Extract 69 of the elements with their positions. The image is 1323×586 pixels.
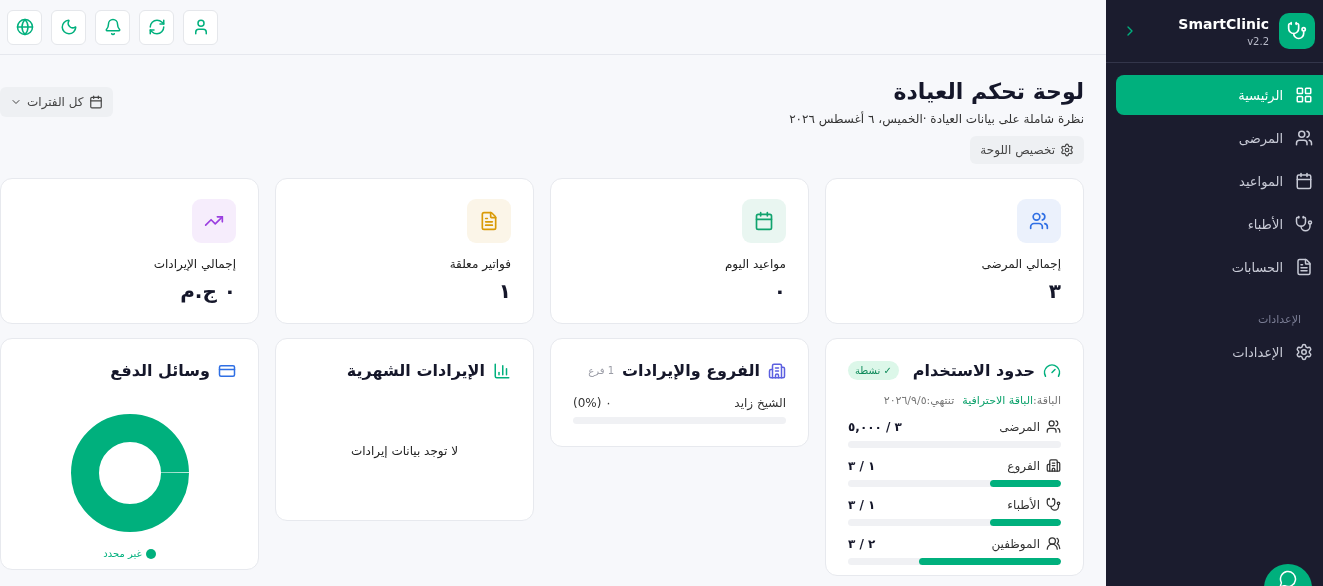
theme-button[interactable] [51,9,86,45]
page-title: لوحة تحكم العيادة [892,79,1084,104]
usage-label: الموظفين [991,536,1061,551]
nav-item[interactable]: المواعيد [1116,161,1323,201]
stat-label: مواعيد اليوم [723,257,786,271]
stethoscope-icon [1046,497,1061,512]
stethoscope-icon [1295,215,1313,233]
nav-item[interactable]: الإعدادات [1116,332,1323,372]
legend-label: غير محدد [103,548,142,559]
stat-label: فواتير معلقة [448,257,511,271]
empty-message: لا توجد بيانات إيرادات [349,443,460,460]
building-icon [768,361,786,380]
usage-value: ٣ / ٥,٠٠٠ [848,419,902,434]
calendar-icon [1295,172,1313,190]
branch-name: الشيخ زايد [734,396,786,410]
refresh-icon [147,18,166,36]
notifications-button[interactable] [95,9,130,45]
period-dropdown[interactable]: كل الفترات [0,87,113,117]
usage-value: ١ / ٣ [848,458,876,473]
globe-icon [15,18,34,36]
stat-label: إجمالي المرضى [980,257,1061,271]
usage-label: المرضى [999,419,1061,434]
usage-label: الأطباء [1007,497,1061,512]
branch-revenue: ٠ (0%) [573,396,612,410]
card-title: حدود الاستخدام [912,361,1035,380]
usage-value: ١ / ٣ [848,497,876,512]
document-icon [479,211,499,231]
building-icon [1046,458,1061,473]
logo-icon [1279,13,1315,49]
usage-value: ٢ / ٣ [848,536,876,551]
settings-icon [1060,143,1074,157]
plan-label: الباقة:الباقة الاحترافية [962,394,1061,407]
usage-label: الفروع [1007,458,1061,473]
card-title: وسائل الدفع [110,361,210,380]
chat-icon [1279,570,1297,586]
nav-item[interactable]: المرضى [1116,118,1323,158]
users-icon [1295,129,1313,147]
version-label: v2.2 [1247,35,1269,47]
page-subtitle: نظرة شاملة على بيانات العيادة ·الخميس، ٦ أغسطس ٢٠٢٦ [789,112,1084,126]
language-button[interactable] [7,9,42,45]
nav-item[interactable]: الأطباء [1116,204,1323,244]
stat-value: ٣ [1047,279,1061,303]
brand-name: SmartClinic [1178,15,1269,32]
users-icon [1046,536,1061,551]
calendar-icon [88,95,103,109]
grid-icon [1295,86,1313,104]
section-label: الإعدادات [1256,312,1302,328]
stat-value: ١ [497,279,511,303]
customize-button[interactable]: تخصيص اللوحة [970,136,1084,164]
bell-icon [103,18,122,36]
bar-chart-icon [493,361,511,380]
nav-item[interactable]: الحسابات [1116,247,1323,287]
moon-icon [59,18,78,36]
settings-icon [1295,343,1313,361]
branch-count: 1 فرع [588,365,615,376]
calendar-icon [754,211,774,231]
expiry-date: تنتهي:٢٠٢٦/٩/٥ [883,394,955,407]
users-icon [1029,211,1049,231]
gauge-icon [1043,361,1061,380]
status-badge: ✓ نشطة [848,361,899,380]
stat-value: ٠ [772,279,786,303]
stat-value: ٠ ج.م [179,279,236,303]
users-icon [1046,419,1061,434]
stat-label: إجمالي الإيرادات [152,257,236,271]
refresh-button[interactable] [139,9,174,45]
card-title: الإيرادات الشهرية [346,361,485,380]
document-icon [1295,258,1313,276]
profile-button[interactable] [183,9,218,45]
card-title: الفروع والإيرادات [622,361,760,380]
